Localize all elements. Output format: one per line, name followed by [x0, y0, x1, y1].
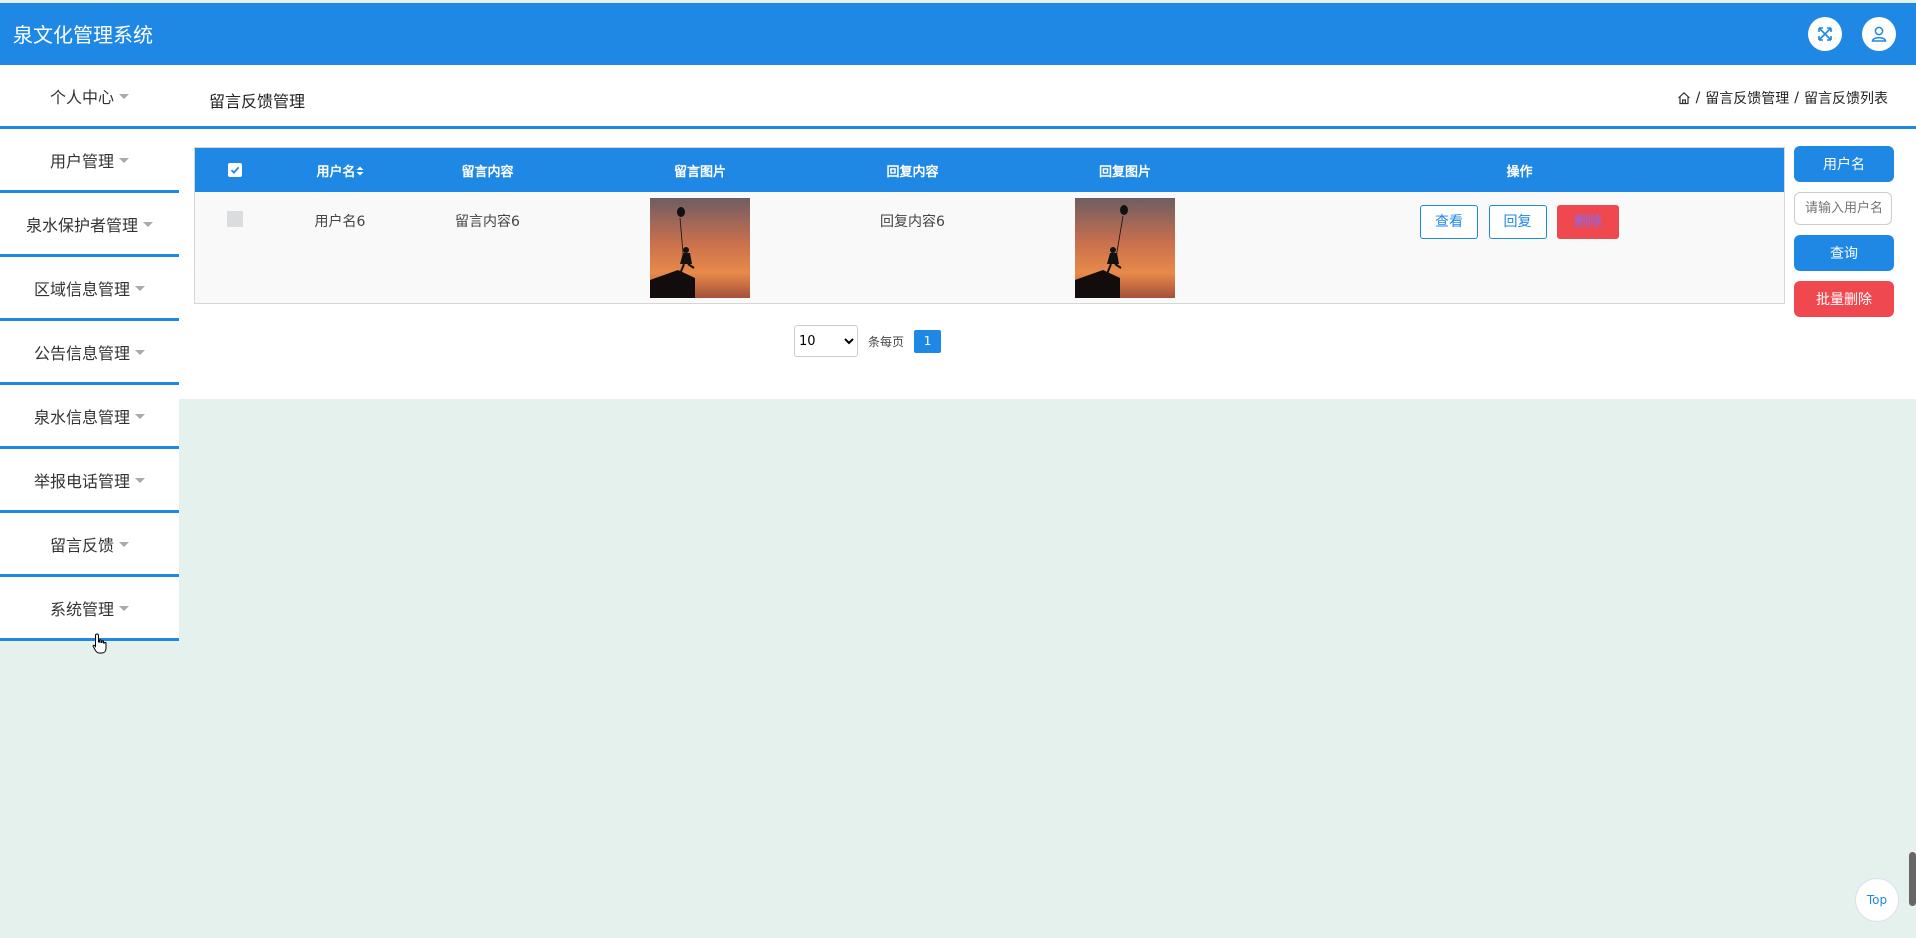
sidebar-item-label: 个人中心 — [49, 87, 114, 107]
caret-down-icon — [135, 350, 145, 355]
column-header-actions: 操作 — [1506, 164, 1533, 180]
sidebar-item-label: 泉水信息管理 — [33, 407, 130, 427]
column-header-message-image: 留言图片 — [673, 164, 726, 180]
sidebar-item-label: 区域信息管理 — [33, 279, 130, 299]
page-title: 留言反馈管理 — [209, 92, 306, 111]
column-header-message: 留言内容 — [461, 164, 514, 180]
user-icon — [1871, 26, 1887, 42]
table-row: 用户名6 留言内容6 回复内容6 查看 回复 删除 — [195, 192, 1784, 302]
pagination: 10 条每页 1 — [794, 325, 942, 357]
sidebar-item-report-phone-management[interactable]: 举报电话管理 — [0, 449, 179, 513]
caret-down-icon — [119, 94, 129, 99]
cell-username: 用户名6 — [314, 214, 366, 230]
caret-down-icon — [143, 222, 153, 227]
breadcrumb-item[interactable]: 留言反馈管理 — [1705, 88, 1789, 108]
feedback-table: 用户名 留言内容 留言图片 回复内容 回复图片 操作 用户名6 留言内容6 回复… — [194, 147, 1785, 304]
column-header-reply-image: 回复图片 — [1098, 164, 1151, 180]
scrollbar-thumb[interactable] — [1909, 852, 1916, 906]
sidebar-item-spring-info-management[interactable]: 泉水信息管理 — [0, 385, 179, 449]
page-number-button[interactable]: 1 — [914, 329, 942, 353]
main-content: 留言反馈管理 / 留言反馈管理 / 留言反馈列表 用户名 留言内容 留言图片 回… — [179, 65, 1916, 399]
caret-down-icon — [119, 158, 129, 163]
top-bar: 泉文化管理系统 — [0, 3, 1916, 65]
expand-icon — [1818, 27, 1832, 41]
caret-down-icon — [119, 542, 129, 547]
page-size-select[interactable]: 10 — [794, 325, 858, 357]
breadcrumb-separator: / — [1794, 90, 1799, 106]
caret-down-icon — [135, 478, 145, 483]
column-header-username[interactable]: 用户名 — [275, 148, 405, 192]
sidebar-item-system-management[interactable]: 系统管理 — [0, 577, 179, 641]
sidebar-item-personal-center[interactable]: 个人中心 — [0, 65, 179, 129]
hand-cursor-icon — [92, 633, 107, 654]
check-icon — [230, 166, 240, 174]
search-input[interactable] — [1794, 192, 1892, 225]
sidebar-item-announcement-management[interactable]: 公告信息管理 — [0, 321, 179, 385]
query-button[interactable]: 查询 — [1794, 235, 1894, 271]
search-panel: 用户名 查询 批量删除 — [1794, 146, 1894, 317]
sidebar: 个人中心 用户管理 泉水保护者管理 区域信息管理 公告信息管理 泉水信息管理 举… — [0, 65, 179, 641]
sidebar-item-label: 用户管理 — [49, 151, 114, 171]
message-image[interactable] — [650, 198, 750, 298]
select-all-checkbox[interactable] — [228, 163, 242, 177]
caret-down-icon — [135, 286, 145, 291]
delete-button[interactable]: 删除 — [1556, 205, 1619, 239]
cell-reply: 回复内容6 — [880, 214, 945, 230]
view-button[interactable]: 查看 — [1420, 205, 1479, 239]
sidebar-item-feedback[interactable]: 留言反馈 — [0, 513, 179, 577]
breadcrumb: / 留言反馈管理 / 留言反馈列表 — [1677, 88, 1888, 108]
row-checkbox[interactable] — [227, 211, 243, 227]
user-button[interactable] — [1862, 17, 1896, 51]
sidebar-item-label: 系统管理 — [49, 599, 114, 619]
sidebar-item-label: 泉水保护者管理 — [25, 215, 138, 235]
sidebar-item-label: 留言反馈 — [49, 535, 114, 555]
cell-message: 留言内容6 — [455, 214, 520, 230]
reply-image[interactable] — [1075, 198, 1175, 298]
search-field-label[interactable]: 用户名 — [1794, 146, 1894, 182]
breadcrumb-separator: / — [1695, 90, 1701, 106]
caret-down-icon — [135, 414, 145, 419]
app-title: 泉文化管理系统 — [13, 23, 153, 47]
sort-icon[interactable] — [356, 166, 364, 176]
home-icon[interactable] — [1677, 91, 1691, 105]
sidebar-item-region-info-management[interactable]: 区域信息管理 — [0, 257, 179, 321]
column-header-reply: 回复内容 — [886, 164, 939, 180]
reply-button[interactable]: 回复 — [1488, 205, 1547, 239]
sidebar-item-spring-protector-management[interactable]: 泉水保护者管理 — [0, 193, 179, 257]
back-to-top-button[interactable]: Top — [1855, 878, 1899, 922]
per-page-label: 条每页 — [868, 334, 905, 349]
sidebar-item-label: 举报电话管理 — [33, 471, 130, 491]
breadcrumb-item: 留言反馈列表 — [1804, 91, 1888, 107]
batch-delete-button[interactable]: 批量删除 — [1794, 281, 1894, 317]
fullscreen-button[interactable] — [1808, 17, 1842, 51]
cell-actions: 查看 回复 删除 — [1255, 192, 1784, 302]
table-header-row: 用户名 留言内容 留言图片 回复内容 回复图片 操作 — [195, 148, 1784, 192]
page-header: 留言反馈管理 / 留言反馈管理 / 留言反馈列表 — [179, 65, 1916, 129]
sidebar-item-user-management[interactable]: 用户管理 — [0, 129, 179, 193]
sidebar-item-label: 公告信息管理 — [33, 343, 130, 363]
caret-down-icon — [119, 606, 129, 611]
